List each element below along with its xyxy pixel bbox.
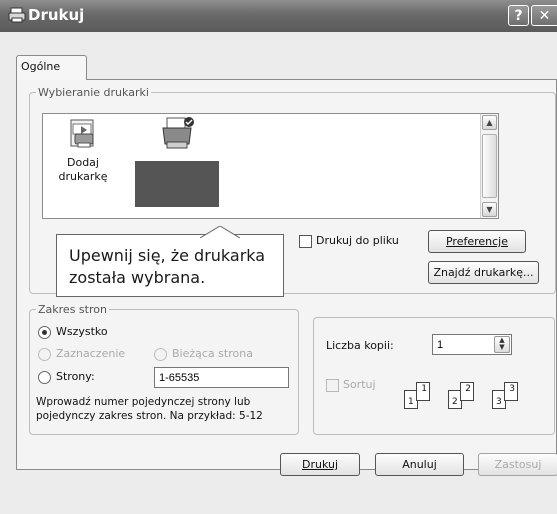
help-button[interactable]: ? [508, 5, 529, 26]
callout-text: Upewnij się, że drukarka została wybrana. [69, 246, 266, 287]
cancel-button[interactable]: Anuluj [375, 453, 464, 476]
print-to-file-label: Drukuj do pliku [316, 234, 399, 247]
collate-label: Sortuj [343, 378, 376, 391]
print-to-file-checkbox[interactable] [299, 235, 312, 248]
window-title: Drukuj [28, 6, 85, 24]
pages-radio[interactable] [38, 371, 51, 384]
tab-label: Ogólne [21, 60, 61, 73]
current-page-label: Bieżąca strona [172, 347, 253, 360]
page-range-legend: Zakres stron [38, 303, 107, 316]
copies-count-label: Liczba kopii: [326, 339, 394, 352]
close-button[interactable]: ✕ [531, 5, 557, 26]
spin-down-icon[interactable]: ▼ [499, 343, 504, 351]
add-printer-label: Dodaj drukarkę [58, 156, 108, 183]
selection-radio[interactable] [38, 348, 51, 361]
collate-page: 2 [460, 382, 474, 401]
instruction-callout: Upewnij się, że drukarka została wybrana. [56, 234, 284, 297]
pages-label: Strony: [56, 370, 95, 383]
collate-page: 3 [504, 382, 518, 401]
collate-illustration: 1 1 2 2 3 3 [404, 378, 534, 418]
add-printer-icon [70, 119, 94, 148]
scroll-thumb[interactable] [482, 134, 497, 198]
selected-printer-highlight [135, 161, 219, 207]
find-printer-button[interactable]: Znajdź drukarkę... [428, 261, 539, 284]
pages-range-input[interactable] [154, 367, 289, 388]
printer-item-add[interactable]: Dodaj drukarkę [53, 118, 113, 188]
copies-spinner[interactable]: ▲ ▼ [494, 336, 510, 353]
printer-item-selected[interactable] [135, 116, 219, 212]
selection-label: Zaznaczenie [56, 347, 126, 360]
printer-list[interactable]: Dodaj drukarkę ▲ ▼ [42, 113, 499, 219]
printer-icon [162, 117, 194, 149]
copies-group: Liczba kopii: ▲▼ Sortuj 1 1 2 2 3 3 [313, 317, 555, 435]
title-bar: Drukuj ? ✕ [0, 0, 557, 32]
all-pages-radio[interactable] [38, 326, 51, 339]
page-range-group: Zakres stron Wszystko Zaznaczenie Bieżąc… [29, 303, 299, 435]
collate-page: 1 [416, 382, 430, 401]
scroll-down-icon[interactable]: ▼ [482, 202, 497, 217]
tab-general[interactable]: Ogólne [16, 55, 87, 80]
all-pages-label: Wszystko [56, 325, 108, 338]
preferences-button[interactable]: Preferencje [428, 230, 526, 253]
current-page-radio[interactable] [154, 348, 167, 361]
collate-checkbox[interactable] [326, 379, 339, 392]
printer-icon [8, 7, 26, 23]
callout-pointer [200, 226, 240, 238]
scroll-up-icon[interactable]: ▲ [482, 115, 497, 130]
print-button[interactable]: Drukuj [280, 453, 360, 476]
close-icon: ✕ [538, 8, 551, 24]
printer-selection-legend: Wybieranie drukarki [38, 86, 149, 99]
printer-list-scrollbar[interactable]: ▲ ▼ [480, 114, 498, 218]
help-icon: ? [514, 8, 523, 24]
pages-hint-line1: Wprowadź numer pojedynczej strony lub [36, 396, 251, 408]
apply-button[interactable]: Zastosuj [478, 453, 557, 476]
pages-hint-line2: pojedynczy zakres stron. Na przykład: 5-… [36, 410, 263, 422]
dialog-body: Ogólne Wybieranie drukarki Dodaj drukark [0, 32, 557, 514]
